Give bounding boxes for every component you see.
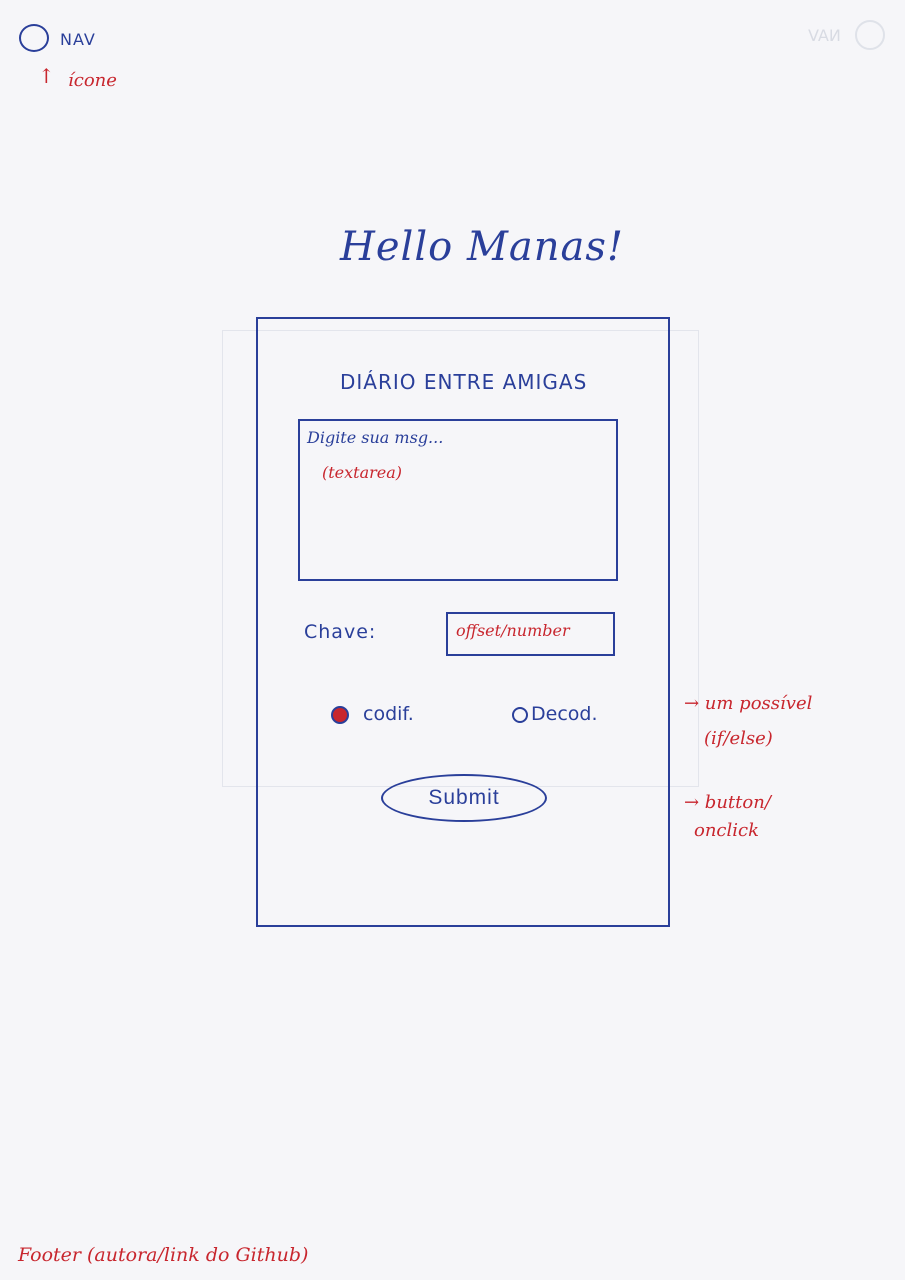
textarea-placeholder: Digite sua msg... <box>307 428 444 447</box>
radio-annotation-line2: (if/else) <box>704 728 773 749</box>
footer-annotation: Footer (autora/link do Github) <box>18 1244 309 1266</box>
radio-annotation-line1: → um possível <box>684 693 813 714</box>
button-annotation-line1: → button/ <box>684 792 771 813</box>
ghost-nav-circle <box>855 20 885 50</box>
key-input-annotation: offset/number <box>456 621 570 640</box>
ghost-nav-label: NAV <box>808 26 841 45</box>
nav-label: NAV <box>60 30 96 49</box>
card-title: DIÁRIO ENTRE AMIGAS <box>340 370 588 394</box>
nav-menu-icon[interactable] <box>19 24 49 52</box>
page-title: Hello Manas! <box>340 224 624 270</box>
submit-button[interactable]: Submit <box>381 774 547 822</box>
icon-annotation: ícone <box>68 70 117 91</box>
encode-radio-label: codif. <box>363 703 414 725</box>
textarea-annotation: (textarea) <box>322 463 403 482</box>
decode-radio-label: Decod. <box>531 703 598 725</box>
button-annotation-line2: onclick <box>694 820 760 841</box>
encode-radio[interactable] <box>331 706 349 724</box>
arrow-up-icon: ↑ <box>38 64 55 88</box>
decode-radio[interactable] <box>512 707 528 723</box>
key-label: Chave: <box>304 621 377 643</box>
